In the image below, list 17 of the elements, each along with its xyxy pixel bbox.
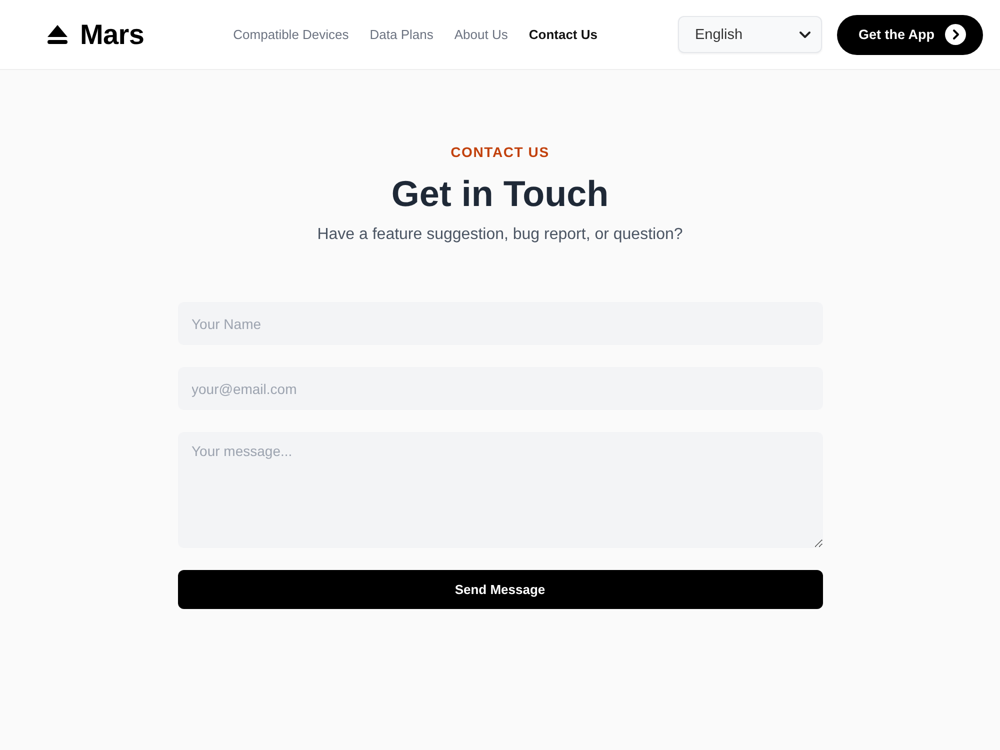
get-app-button[interactable]: Get the App [837,14,983,54]
chevron-right-icon [944,24,966,45]
message-textarea[interactable]: Your message... [178,432,822,548]
brand-logo-text[interactable]: Mars [80,18,144,50]
eject-icon [47,25,68,44]
nav-link[interactable]: Compatible Devices [233,27,349,42]
language-select[interactable]: English [678,16,822,53]
page-title: Get in Touch [391,172,609,216]
nav-link[interactable]: Contact Us [528,27,598,42]
send-message-button[interactable]: Send Message [178,570,822,609]
nav-link[interactable]: Data Plans [370,27,434,42]
nav-link[interactable]: About Us [454,27,508,42]
section-eyebrow: CONTACT US [450,144,550,160]
page-subtitle: Have a feature suggestion, bug report, or question? [317,226,683,244]
text-input-field[interactable]: Your Name [178,302,822,345]
chevron-down-icon [799,30,811,38]
text-input-field[interactable]: your@email.com [178,367,822,410]
